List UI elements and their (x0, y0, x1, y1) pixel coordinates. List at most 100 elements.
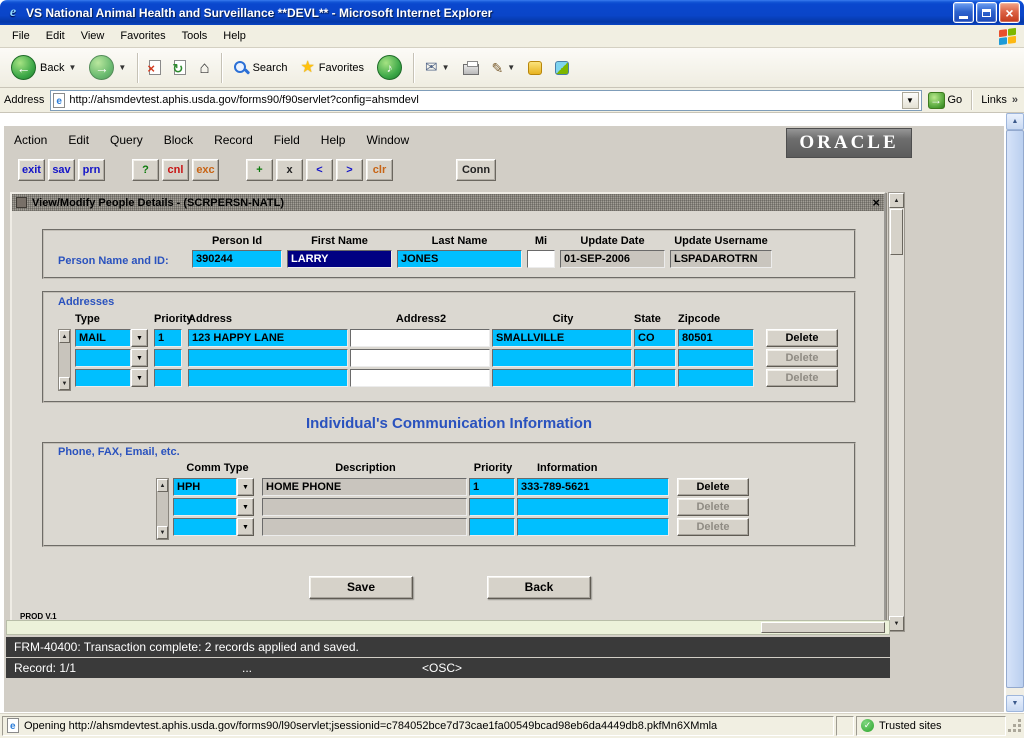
mail-dropdown-icon[interactable]: ▼ (442, 63, 450, 72)
scroll-up-button[interactable]: ▲ (1006, 113, 1024, 130)
menu-tools[interactable]: Tools (174, 27, 216, 45)
go-button[interactable]: → Go (928, 92, 963, 109)
oracle-menu-record[interactable]: Record (214, 133, 253, 147)
forward-button[interactable]: → ▼ (84, 51, 131, 85)
scroll-up-button[interactable]: ▲ (59, 330, 70, 343)
links-button[interactable]: Links » (981, 94, 1020, 106)
remove-record-button[interactable]: x (276, 159, 303, 181)
menu-favorites[interactable]: Favorites (112, 27, 173, 45)
delete-comm-button[interactable]: Delete (677, 478, 749, 496)
menu-help[interactable]: Help (215, 27, 254, 45)
address-field[interactable] (188, 369, 348, 387)
address-priority-field[interactable] (154, 369, 182, 387)
help-tool-button[interactable]: ? (132, 159, 159, 181)
mail-button[interactable]: ✉ ▼ (420, 51, 455, 85)
address-input[interactable] (69, 92, 897, 109)
last-name-field[interactable]: JONES (397, 250, 522, 268)
media-button[interactable]: ♪ (372, 51, 407, 85)
city-field[interactable] (492, 369, 632, 387)
oracle-menu-help[interactable]: Help (321, 133, 346, 147)
back-button[interactable]: ← Back ▼ (6, 51, 81, 85)
favorites-button[interactable]: ★ Favorites (295, 51, 369, 85)
save-button[interactable]: Save (309, 576, 413, 599)
scroll-down-button[interactable]: ▼ (889, 616, 904, 631)
address-field[interactable] (188, 349, 348, 367)
refresh-button[interactable]: ↻ (169, 51, 191, 85)
comm-priority-field[interactable] (469, 498, 515, 516)
zipcode-field[interactable] (678, 349, 754, 367)
back-form-button[interactable]: Back (487, 576, 591, 599)
form-titlebar[interactable]: View/Modify People Details - (SCRPERSN-N… (12, 194, 884, 211)
information-field[interactable]: 333-789-5621 (517, 478, 669, 496)
back-dropdown-icon[interactable]: ▼ (68, 63, 76, 72)
cancel-tool-button[interactable]: cnl (162, 159, 189, 181)
address2-field[interactable] (350, 349, 490, 367)
oracle-menu-block[interactable]: Block (164, 133, 193, 147)
comm-type-field[interactable] (173, 498, 237, 516)
type-dropdown-button[interactable]: ▼ (131, 349, 148, 367)
forward-dropdown-icon[interactable]: ▼ (118, 63, 126, 72)
comm-type-dropdown-button[interactable]: ▼ (237, 498, 254, 516)
edit-dropdown-icon[interactable]: ▼ (507, 63, 515, 72)
stop-button[interactable]: × (144, 51, 166, 85)
oracle-menu-action[interactable]: Action (14, 133, 47, 147)
state-field[interactable] (634, 349, 676, 367)
mdi-scrollbar[interactable]: ▲ ▼ (888, 192, 905, 632)
print-tool-button[interactable]: prn (78, 159, 105, 181)
exit-button[interactable]: exit (18, 159, 45, 181)
scrollbar-thumb[interactable] (761, 622, 885, 633)
conn-button[interactable]: Conn (456, 159, 496, 181)
zipcode-field[interactable] (678, 369, 754, 387)
next-record-button[interactable]: > (336, 159, 363, 181)
delete-address-button[interactable]: Delete (766, 329, 838, 347)
mi-field[interactable] (527, 250, 555, 268)
maximize-button[interactable] (976, 2, 997, 23)
comm-type-field[interactable]: HPH (173, 478, 237, 496)
information-field[interactable] (517, 518, 669, 536)
state-field[interactable] (634, 369, 676, 387)
first-name-field[interactable]: LARRY (287, 250, 392, 268)
horizontal-scrollbar[interactable] (6, 620, 890, 635)
home-button[interactable]: ⌂ (194, 51, 214, 85)
oracle-menu-edit[interactable]: Edit (68, 133, 89, 147)
address-type-field[interactable] (75, 349, 131, 367)
oracle-menu-field[interactable]: Field (274, 133, 300, 147)
menu-edit[interactable]: Edit (38, 27, 73, 45)
comm-priority-field[interactable] (469, 518, 515, 536)
messenger-button[interactable] (523, 51, 547, 85)
city-field[interactable]: SMALLVILLE (492, 329, 632, 347)
clear-tool-button[interactable]: clr (366, 159, 393, 181)
scroll-down-button[interactable]: ▼ (157, 526, 168, 539)
address-priority-field[interactable]: 1 (154, 329, 182, 347)
comm-type-field[interactable] (173, 518, 237, 536)
scroll-up-button[interactable]: ▲ (157, 479, 168, 492)
address-field[interactable]: 123 HAPPY LANE (188, 329, 348, 347)
search-button[interactable]: Search (228, 51, 293, 85)
state-field[interactable]: CO (634, 329, 676, 347)
comm-priority-field[interactable]: 1 (469, 478, 515, 496)
comm-type-dropdown-button[interactable]: ▼ (237, 478, 254, 496)
oracle-menu-window[interactable]: Window (366, 133, 409, 147)
scrollbar-thumb[interactable] (890, 209, 903, 255)
address-type-field[interactable]: MAIL (75, 329, 131, 347)
execute-tool-button[interactable]: exc (192, 159, 219, 181)
scrollbar-thumb[interactable] (1006, 130, 1024, 688)
form-close-icon[interactable]: × (872, 196, 880, 209)
scroll-down-button[interactable]: ▼ (1006, 695, 1024, 712)
address2-field[interactable] (350, 369, 490, 387)
person-id-field[interactable]: 390244 (192, 250, 282, 268)
address-dropdown-icon[interactable]: ▼ (902, 92, 919, 109)
resize-grip[interactable] (1008, 719, 1022, 733)
address-priority-field[interactable] (154, 349, 182, 367)
minimize-button[interactable] (953, 2, 974, 23)
previous-record-button[interactable]: < (306, 159, 333, 181)
address-type-field[interactable] (75, 369, 131, 387)
oracle-menu-query[interactable]: Query (110, 133, 143, 147)
city-field[interactable] (492, 349, 632, 367)
type-dropdown-button[interactable]: ▼ (131, 369, 148, 387)
scroll-down-button[interactable]: ▼ (59, 377, 70, 390)
menu-view[interactable]: View (73, 27, 113, 45)
address2-field[interactable] (350, 329, 490, 347)
edit-button[interactable]: ✎ ▼ (487, 51, 521, 85)
comm-type-dropdown-button[interactable]: ▼ (237, 518, 254, 536)
